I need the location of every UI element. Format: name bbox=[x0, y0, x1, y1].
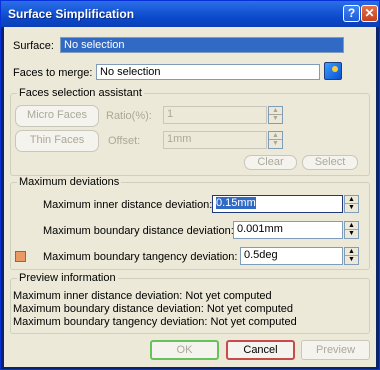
faces-picker-icon[interactable] bbox=[324, 62, 342, 80]
assistant-title: Faces selection assistant bbox=[17, 87, 144, 99]
preview-line-boundary: Maximum boundary distance deviation: Not… bbox=[13, 303, 294, 315]
inner-deviation-field[interactable]: 0.15mm bbox=[212, 195, 343, 213]
inner-deviation-label: Maximum inner distance deviation: bbox=[43, 199, 213, 211]
cancel-button[interactable]: Cancel bbox=[226, 340, 295, 360]
offset-down-arrow-icon[interactable]: ▼ bbox=[269, 140, 282, 148]
tangency-deviation-label: Maximum boundary tangency deviation: bbox=[43, 251, 238, 263]
help-button[interactable]: ? bbox=[343, 5, 360, 22]
preview-line-inner: Maximum inner distance deviation: Not ye… bbox=[13, 290, 272, 302]
boundary-deviation-field[interactable]: 0.001mm bbox=[233, 221, 343, 239]
preview-button[interactable]: Preview bbox=[301, 340, 370, 360]
tangency-down-arrow-icon[interactable]: ▼ bbox=[345, 256, 358, 264]
ratio-field[interactable]: 1 bbox=[163, 106, 267, 124]
preview-line-tangency: Maximum boundary tangency deviation: Not… bbox=[13, 316, 297, 328]
boundary-deviation-spinner[interactable]: ▲ ▼ bbox=[344, 221, 359, 239]
tangency-up-arrow-icon[interactable]: ▲ bbox=[345, 248, 358, 256]
dialog-window: Surface Simplification ? ✕ Surface: No s… bbox=[0, 0, 380, 370]
ratio-spinner[interactable]: ▲ ▼ bbox=[268, 106, 283, 124]
boundary-up-arrow-icon[interactable]: ▲ bbox=[345, 222, 358, 230]
inner-up-arrow-icon[interactable]: ▲ bbox=[345, 196, 358, 204]
faces-to-merge-label: Faces to merge: bbox=[13, 67, 93, 79]
dialog-body: Surface: No selection Faces to merge: No… bbox=[4, 27, 376, 367]
close-button[interactable]: ✕ bbox=[361, 5, 378, 22]
boundary-deviation-label: Maximum boundary distance deviation: bbox=[43, 225, 234, 237]
clear-button[interactable]: Clear bbox=[244, 155, 297, 170]
surface-label: Surface: bbox=[13, 40, 54, 52]
deviations-title: Maximum deviations bbox=[17, 176, 122, 188]
select-button[interactable]: Select bbox=[302, 155, 358, 170]
tangency-color-swatch[interactable] bbox=[15, 251, 26, 262]
title-bar[interactable]: Surface Simplification ? ✕ bbox=[1, 1, 379, 27]
window-title: Surface Simplification bbox=[8, 7, 135, 21]
tangency-deviation-field[interactable]: 0.5deg bbox=[240, 247, 343, 265]
inner-deviation-value: 0.15mm bbox=[216, 197, 256, 209]
ok-button[interactable]: OK bbox=[150, 340, 219, 360]
offset-label: Offset: bbox=[108, 135, 141, 147]
inner-down-arrow-icon[interactable]: ▼ bbox=[345, 204, 358, 212]
preview-title: Preview information bbox=[17, 272, 118, 284]
micro-faces-button[interactable]: Micro Faces bbox=[15, 105, 99, 127]
tangency-deviation-spinner[interactable]: ▲ ▼ bbox=[344, 247, 359, 265]
surface-field[interactable]: No selection bbox=[60, 37, 344, 53]
ratio-label: Ratio(%): bbox=[106, 110, 152, 122]
offset-field[interactable]: 1mm bbox=[163, 131, 267, 149]
offset-up-arrow-icon[interactable]: ▲ bbox=[269, 132, 282, 140]
inner-deviation-spinner[interactable]: ▲ ▼ bbox=[344, 195, 359, 213]
ratio-down-arrow-icon[interactable]: ▼ bbox=[269, 115, 282, 123]
boundary-down-arrow-icon[interactable]: ▼ bbox=[345, 230, 358, 238]
faces-to-merge-field[interactable]: No selection bbox=[96, 64, 320, 80]
offset-spinner[interactable]: ▲ ▼ bbox=[268, 131, 283, 149]
ratio-up-arrow-icon[interactable]: ▲ bbox=[269, 107, 282, 115]
thin-faces-button[interactable]: Thin Faces bbox=[15, 130, 99, 152]
